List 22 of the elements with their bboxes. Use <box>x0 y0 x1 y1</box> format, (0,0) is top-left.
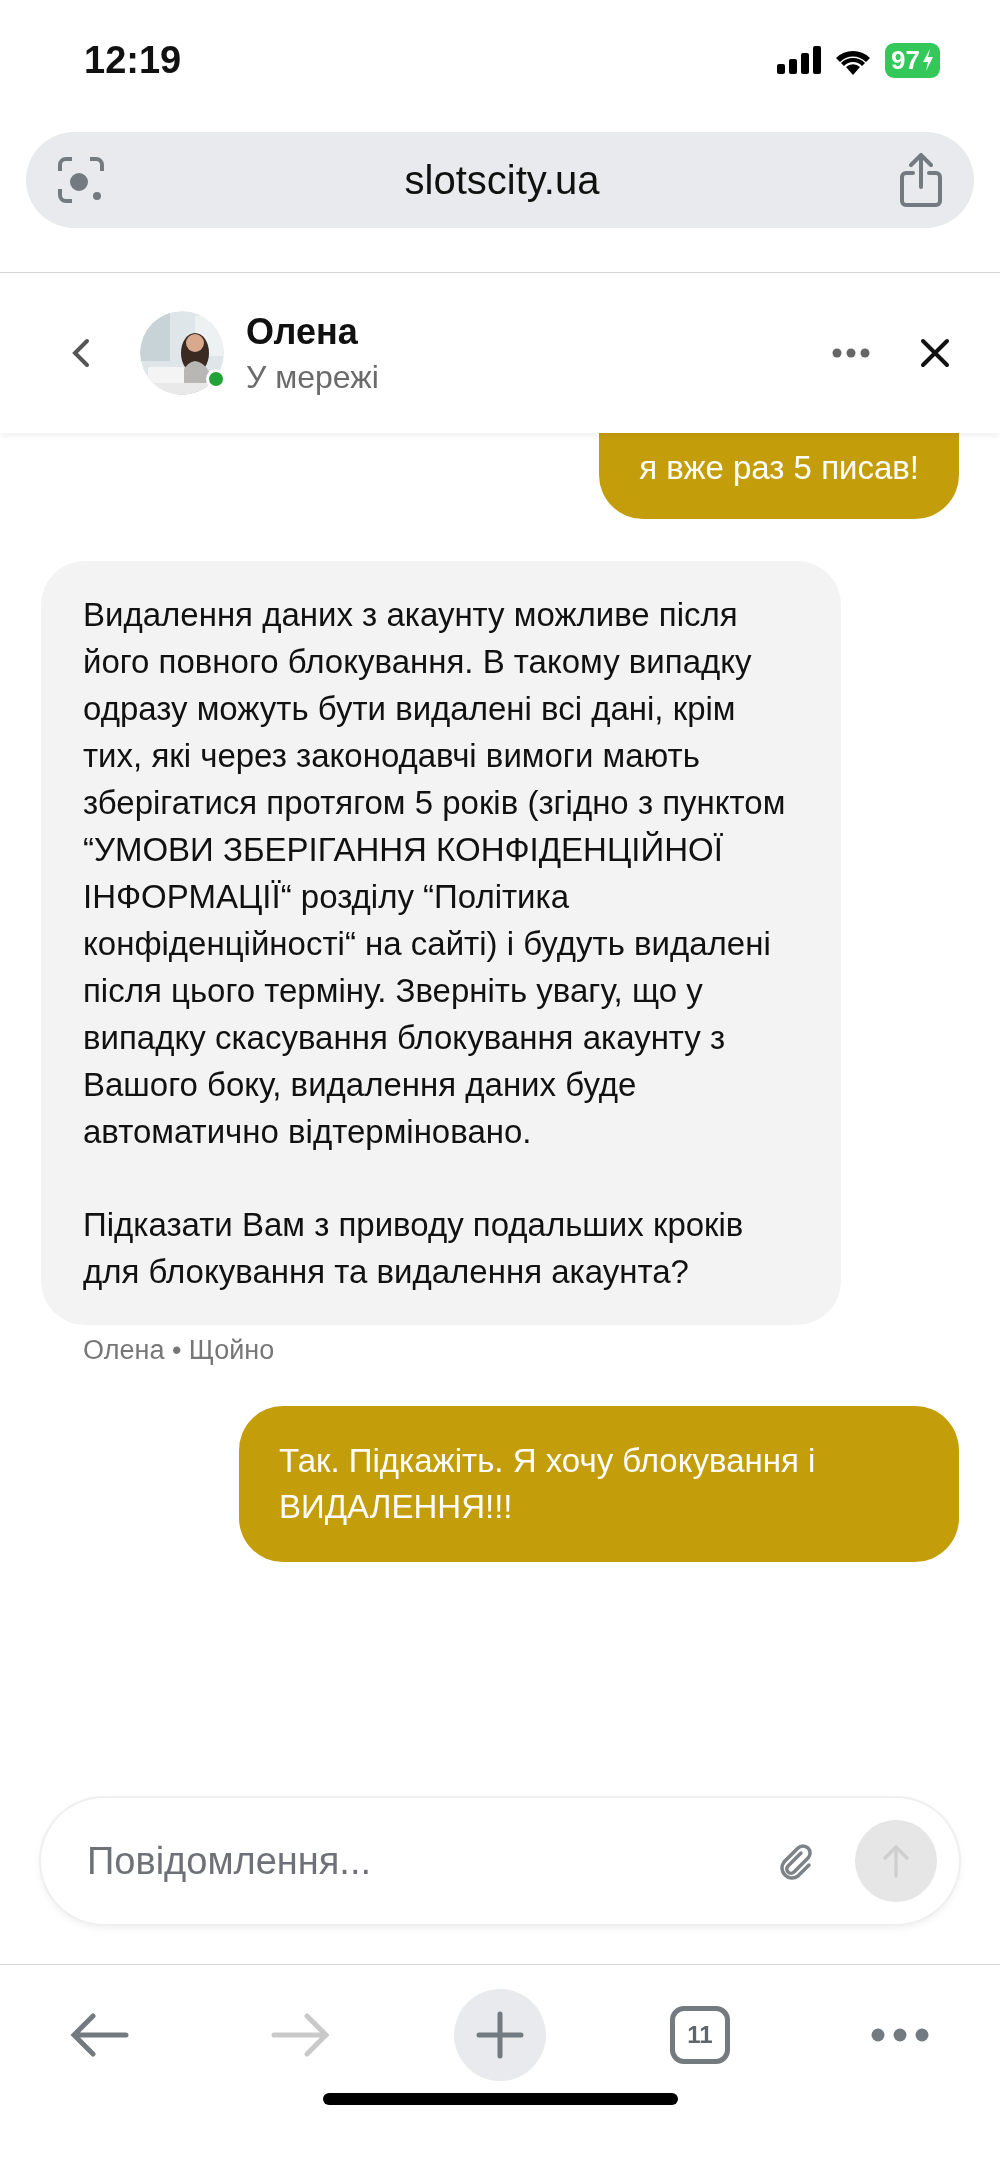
message-text: Підказати Вам з приводу подальших кроків для блокування та видалення акаунта? <box>83 1205 745 1292</box>
user-message: я вже раз 5 писав! <box>599 433 959 519</box>
url-text[interactable]: slotscity.ua <box>404 157 600 203</box>
tab-count-button[interactable]: 11 <box>670 2006 730 2064</box>
contact-status: У мережі <box>246 358 380 396</box>
message-field[interactable]: Повідомлення... <box>85 1838 735 1884</box>
arrow-right-icon <box>270 2012 330 2058</box>
status-time: 12:19 <box>84 38 182 82</box>
close-icon <box>920 338 950 368</box>
more-icon <box>871 2028 929 2042</box>
signal-icon <box>777 46 822 74</box>
camera-icon[interactable] <box>56 155 106 205</box>
message-text: Видалення даних з акаунту можливе після його повного блокування. В такому випадку одразу можуть бути видалені всі дані, крім тих, які через законодавчі вимоги мають зберігатися протягом 5 років (згідно з пунктом “УМОВИ ЗБЕРІГАННЯ КОНФІДЕНЦІЙНОЇ ІНФОРМАЦІЇ“ розділу “Політика конфіденційності“ на сайті) і будуть видалені після цього терміну. Зверніть увагу, що у випадку скасування блокування акаунту з Вашого боку, видалення даних буде автоматично відтерміновано. <box>83 595 787 1152</box>
contact-name: Олена <box>246 310 359 353</box>
address-bar[interactable]: slotscity.ua <box>26 132 974 228</box>
arrow-left-icon <box>70 2012 130 2058</box>
plus-icon <box>476 2011 524 2059</box>
more-icon <box>832 348 870 358</box>
share-icon[interactable] <box>898 153 944 207</box>
user-message: Так. Підкажіть. Я хочу блокування і ВИДАЛЕННЯ!!! <box>239 1406 959 1562</box>
message-meta: Олена • Щойно <box>83 1335 276 1366</box>
battery-indicator: 97 <box>885 42 940 78</box>
